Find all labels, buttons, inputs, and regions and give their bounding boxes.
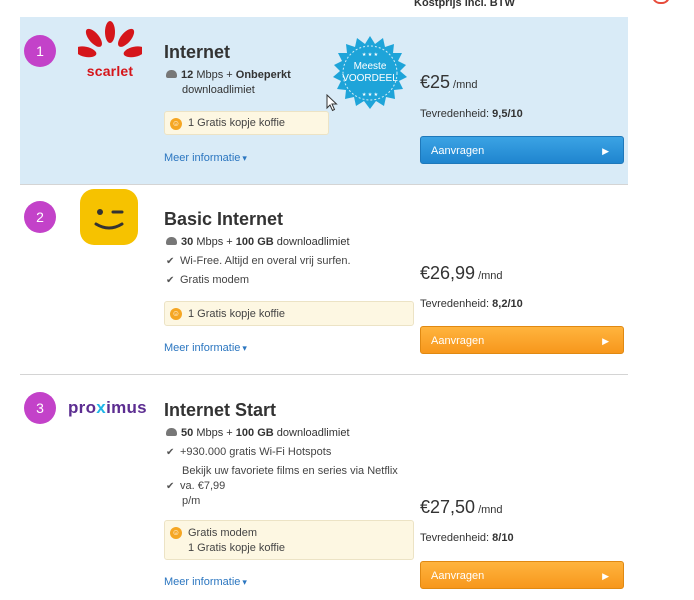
check-icon: ✔ bbox=[166, 256, 175, 267]
request-button[interactable]: Aanvragen ▶ bbox=[420, 326, 624, 354]
check-icon: ✔ bbox=[166, 275, 175, 286]
coffee-coin-icon: ☺ bbox=[170, 118, 182, 130]
arrow-right-icon: ▶ bbox=[602, 146, 609, 156]
request-button[interactable]: Aanvragen ▶ bbox=[420, 561, 624, 589]
arrow-right-icon: ▶ bbox=[602, 336, 609, 346]
proximus-logo[interactable]: proximus bbox=[68, 398, 147, 418]
rank-badge: 1 bbox=[24, 35, 56, 67]
limit-suffix: downloadlimiet bbox=[182, 84, 255, 96]
wifi-icon bbox=[166, 70, 177, 78]
scarlet-flower-icon bbox=[74, 21, 146, 58]
scarlet-logo[interactable]: scarlet bbox=[74, 21, 146, 79]
offer-title[interactable]: Internet bbox=[164, 42, 230, 63]
badge-text: Meeste VOORDEEL bbox=[342, 61, 398, 84]
check-icon: ✔ bbox=[166, 481, 175, 492]
wifi-icon bbox=[166, 428, 177, 436]
telenet-wink-icon bbox=[94, 209, 124, 230]
price: €26,99/mnd bbox=[420, 263, 503, 283]
arrow-right-icon: ▶ bbox=[602, 571, 609, 581]
chevron-down-icon: ▾ bbox=[242, 577, 247, 587]
netflix-line-3: p/m bbox=[182, 495, 201, 507]
more-info-link[interactable]: Meer informatie ▾ bbox=[164, 342, 247, 354]
satisfaction-rating: Tevredenheid: 9,5/10 bbox=[420, 108, 523, 120]
extra-item: 1 Gratis kopje koffie bbox=[188, 542, 286, 554]
price: €25/mnd bbox=[420, 72, 478, 92]
extra-item: 1 Gratis kopje koffie bbox=[188, 117, 286, 129]
offer-title[interactable]: Basic Internet bbox=[164, 209, 283, 230]
offer-row-2: 2 Basic Internet 30 Mbps + 100 GB downlo… bbox=[20, 185, 628, 374]
wifi-icon bbox=[166, 237, 177, 245]
netflix-line-1: Bekijk uw favoriete films en series via … bbox=[182, 465, 398, 477]
satisfaction-rating: Tevredenheid: 8,2/10 bbox=[420, 298, 523, 310]
extra-box: ☺ 1 Gratis kopje koffie bbox=[164, 301, 414, 326]
svg-text:★ ★ ★: ★ ★ ★ bbox=[362, 92, 379, 98]
feature-item: ✔ Gratis modem bbox=[166, 274, 250, 286]
extra-item: Gratis modem bbox=[188, 527, 258, 539]
check-icon: ✔ bbox=[166, 447, 175, 458]
request-button[interactable]: Aanvragen ▶ bbox=[420, 136, 624, 164]
coffee-coin-icon: ☺ bbox=[170, 308, 182, 320]
extra-item: 1 Gratis kopje koffie bbox=[188, 308, 286, 320]
speed-line: 30 Mbps + 100 GB downloadlimiet bbox=[166, 235, 350, 250]
offer-title[interactable]: Internet Start bbox=[164, 400, 276, 421]
offer-row-3: 3 proximus Internet Start 50 Mbps + 100 … bbox=[20, 375, 628, 600]
chevron-down-icon: ▾ bbox=[242, 343, 247, 353]
satisfaction-rating: Tevredenheid: 8/10 bbox=[420, 532, 514, 544]
extra-box: ☺ Gratis modem 1 Gratis kopje koffie bbox=[164, 520, 414, 560]
more-info-link[interactable]: Meer informatie ▾ bbox=[164, 152, 247, 164]
feature-item: ✔ Wi-Free. Altijd en overal vrij surfen. bbox=[166, 255, 351, 267]
speed-line: 50 Mbps + 100 GB downloadlimiet bbox=[166, 426, 350, 441]
coffee-coin-icon: ☺ bbox=[170, 527, 182, 539]
chevron-down-icon: ▾ bbox=[242, 153, 247, 163]
svg-text:★ ★ ★: ★ ★ ★ bbox=[362, 52, 379, 58]
rank-badge: 3 bbox=[24, 392, 56, 424]
price-column-header: Kostprijs incl. BTW bbox=[414, 0, 515, 9]
feature-item: ✔ +930.000 gratis Wi-Fi Hotspots bbox=[166, 446, 332, 458]
telenet-logo[interactable] bbox=[80, 189, 138, 245]
mouse-cursor-icon bbox=[326, 94, 338, 112]
extra-box: ☺ 1 Gratis kopje koffie bbox=[164, 111, 329, 135]
price: €27,50/mnd bbox=[420, 497, 503, 517]
scarlet-logo-text: scarlet bbox=[86, 63, 134, 79]
speed-line: 12 Mbps + Onbeperkt bbox=[166, 68, 291, 83]
best-deal-badge: ★ ★ ★ ★ ★ ★ Meeste VOORDEEL bbox=[332, 36, 408, 112]
more-info-link[interactable]: Meer informatie ▾ bbox=[164, 576, 247, 588]
offer-row-1: 1 scarlet Internet 12 Mbps + Onbeperkt d… bbox=[20, 17, 628, 184]
rank-badge: 2 bbox=[24, 201, 56, 233]
corner-mark bbox=[652, 0, 670, 4]
feature-item: ✔ va. €7,99 bbox=[166, 480, 226, 492]
